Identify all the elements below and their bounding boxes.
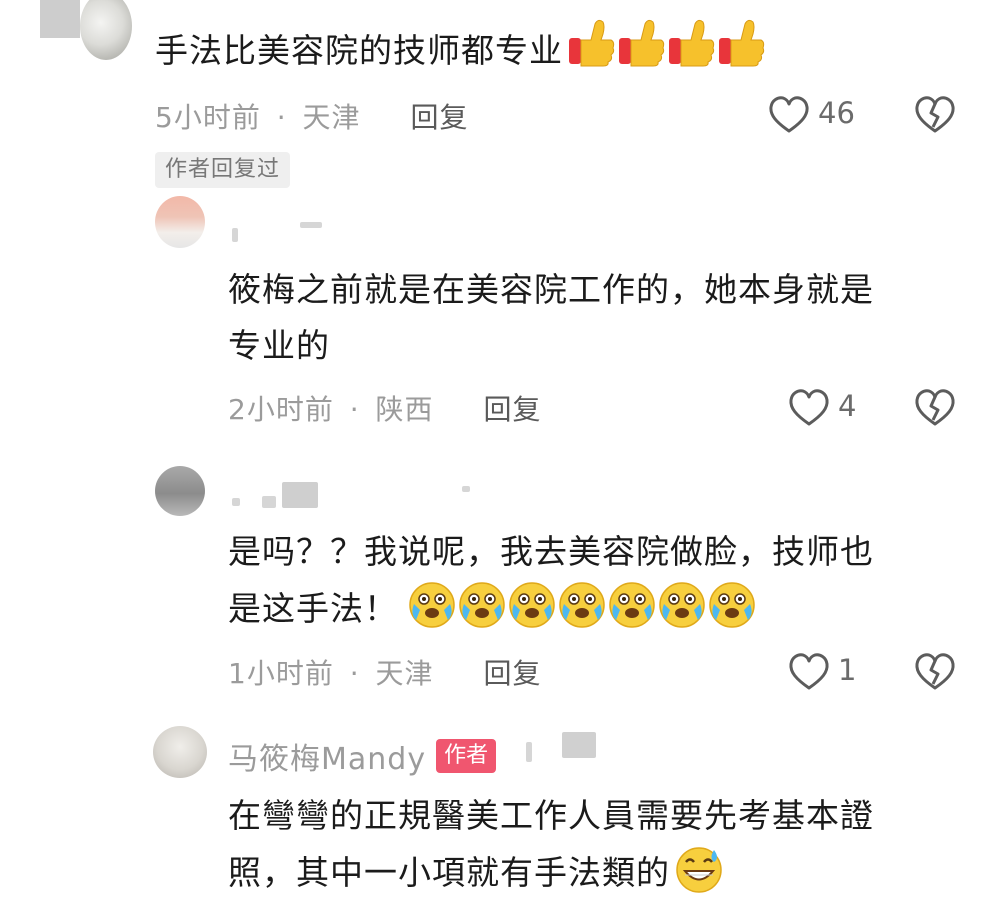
reply-avatar[interactable] (155, 196, 205, 248)
avatar-partial (40, 0, 80, 38)
heart-outline-icon[interactable] (788, 388, 830, 428)
author-replied-tag: 作者回复过 (155, 152, 291, 188)
like-count: 46 (818, 96, 855, 130)
username-redacted (232, 498, 240, 506)
reply-text: 筱梅之前就是在美容院工作的，她本身就是 专业的 (228, 270, 874, 365)
username-redacted (462, 486, 470, 492)
reply-text: 在彎彎的正規醫美工作人員需要先考基本證 照，其中一小項就有手法類的 (228, 788, 874, 911)
username-redacted (232, 228, 238, 242)
broken-heart-icon[interactable] (914, 652, 956, 692)
heart-outline-icon[interactable] (788, 652, 830, 692)
reply-button[interactable]: 回复 (483, 657, 541, 690)
broken-heart-icon[interactable] (914, 95, 956, 135)
like-count: 1 (838, 653, 857, 687)
reply-avatar[interactable] (155, 466, 205, 516)
comment-meta: 5小时前 · 天津 回复 (155, 101, 469, 134)
thumbs-up-emoji-group (567, 18, 767, 87)
crying-emoji-group (408, 580, 760, 647)
like-count: 4 (838, 389, 857, 423)
comment-text: 手法比美容院的技师都专业 (155, 18, 767, 87)
author-avatar[interactable] (153, 726, 207, 778)
username-redacted (262, 496, 276, 508)
reply-meta: 1小时前 · 天津 回复 (228, 657, 542, 690)
author-badge: 作者 (436, 739, 497, 773)
reply-button[interactable]: 回复 (410, 101, 468, 134)
crying-emoji (409, 582, 755, 628)
username-redacted (282, 482, 318, 508)
author-name[interactable]: 马筱梅Mandy (228, 742, 426, 777)
broken-heart-icon[interactable] (914, 388, 956, 428)
reply-text: 是吗？？我说呢，我去美容院做脸，技师也 是这手法！ (228, 524, 874, 647)
grinning-sweat-emoji (674, 844, 724, 911)
reply-button[interactable]: 回复 (483, 393, 541, 426)
reply-meta: 2小时前 · 陕西 回复 (228, 393, 542, 426)
author-name-row: 马筱梅Mandy 作者 (228, 734, 497, 778)
username-redacted (526, 742, 532, 762)
username-redacted (562, 732, 596, 758)
commenter-avatar[interactable] (80, 0, 132, 60)
thumbs-up-emoji (569, 19, 765, 67)
heart-outline-icon[interactable] (768, 95, 810, 135)
username-redacted (300, 222, 322, 228)
